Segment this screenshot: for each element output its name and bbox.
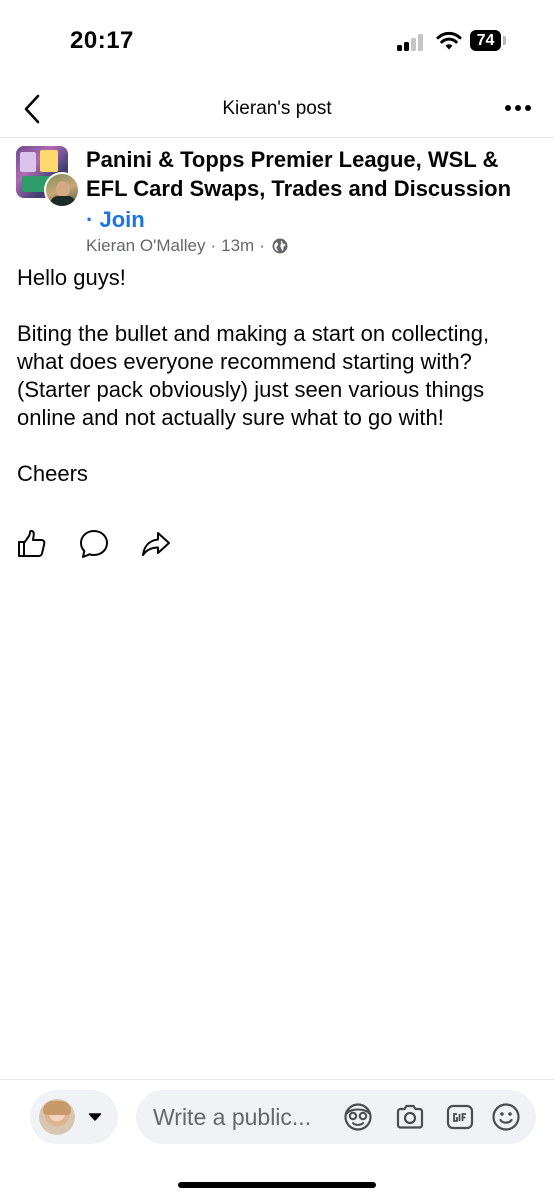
join-button[interactable]: Join — [99, 207, 144, 232]
home-indicator — [178, 1182, 376, 1188]
wifi-icon — [436, 31, 462, 50]
caret-down-icon — [88, 1113, 102, 1121]
post-body: Hello guys! Biting the bullet and making… — [17, 264, 537, 488]
cellular-signal-icon — [397, 33, 427, 51]
post-greeting: Hello guys! — [17, 265, 126, 290]
author-name-link[interactable]: Kieran O'Malley — [86, 236, 205, 256]
post-paragraph: Biting the bullet and making a start on … — [17, 321, 490, 430]
battery-icon: 74 — [470, 30, 501, 51]
meta-separator: · — [210, 236, 217, 255]
avatar-sticker-icon[interactable] — [342, 1101, 374, 1133]
join-row: · Join — [86, 207, 145, 233]
post-actions — [16, 528, 202, 560]
post-timestamp[interactable]: 13m — [221, 236, 254, 256]
status-time: 20:17 — [70, 27, 134, 54]
battery-nub — [503, 36, 506, 45]
group-name-link[interactable]: Panini & Topps Premier League, WSL & EFL… — [86, 145, 541, 203]
comment-input[interactable]: Write a public... — [136, 1090, 536, 1144]
post-signoff: Cheers — [17, 461, 88, 486]
status-bar: 20:17 74 — [0, 0, 554, 80]
author-avatar[interactable] — [44, 172, 80, 208]
globe-icon — [272, 238, 288, 254]
comment-icon[interactable] — [78, 528, 110, 560]
join-separator: · — [86, 207, 94, 232]
camera-icon[interactable] — [394, 1101, 426, 1133]
post-screen: 20:17 74 Kieran's post Panini & Topps Pr… — [0, 0, 554, 1200]
like-icon[interactable] — [16, 528, 48, 560]
ellipsis-icon[interactable] — [502, 94, 534, 122]
my-avatar — [39, 1099, 75, 1135]
page-title: Kieran's post — [222, 98, 332, 119]
emoji-icon[interactable] — [490, 1101, 522, 1133]
post-meta: Kieran O'Malley · 13m · — [86, 236, 288, 256]
identity-switcher-button[interactable] — [30, 1090, 118, 1144]
comment-placeholder: Write a public... — [153, 1104, 312, 1130]
nav-header: Kieran's post — [0, 80, 554, 138]
share-icon[interactable] — [140, 528, 172, 560]
gif-icon[interactable] — [444, 1101, 476, 1133]
meta-separator-2: · — [259, 236, 265, 255]
